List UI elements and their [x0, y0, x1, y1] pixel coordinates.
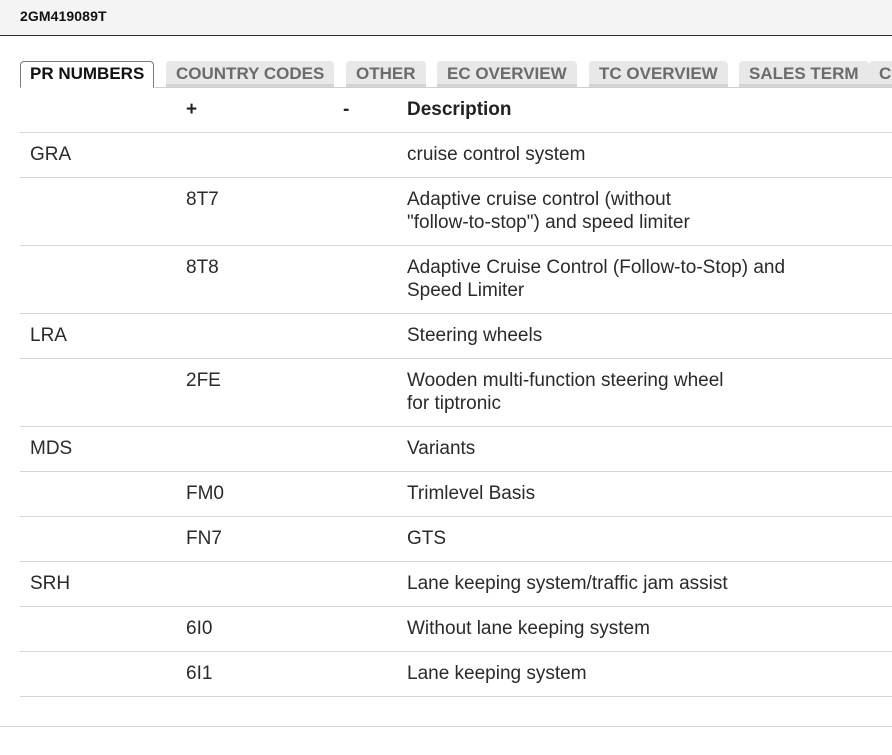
description-cell: Adaptive cruise control (without "follow… — [407, 177, 892, 246]
tab-ec-overview[interactable]: EC OVERVIEW — [437, 61, 577, 87]
plus-cell: 8T7 — [176, 177, 333, 246]
plus-cell: 2FE — [176, 358, 333, 427]
table-row: 6I0 Without lane keeping system — [20, 606, 892, 652]
tab-truncated[interactable]: C — [869, 61, 892, 87]
description-cell: Lane keeping system/traffic jam assist — [407, 561, 892, 607]
table-row: 6I1 Lane keeping system — [20, 651, 892, 697]
tab-bar: PR NUMBERS COUNTRY CODES OTHER EC OVERVI… — [20, 61, 892, 88]
minus-cell — [333, 426, 407, 472]
family-cell — [20, 516, 176, 562]
description-cell: Without lane keeping system — [407, 606, 892, 652]
tab-pr-numbers[interactable]: PR NUMBERS — [20, 61, 155, 88]
plus-cell — [176, 313, 333, 359]
family-cell — [20, 358, 176, 427]
plus-cell: 6I1 — [176, 651, 333, 697]
description-cell: Wooden multi-function steering wheel for… — [407, 358, 892, 427]
minus-cell — [333, 516, 407, 562]
table-row: MDS Variants — [20, 426, 892, 472]
pr-numbers-table: + - Description GRA cruise control syste… — [20, 88, 892, 697]
family-cell — [20, 471, 176, 517]
table-row: LRA Steering wheels — [20, 313, 892, 359]
minus-cell — [333, 177, 407, 246]
footer-divider — [0, 726, 892, 727]
family-cell — [20, 606, 176, 652]
plus-cell: 6I0 — [176, 606, 333, 652]
family-cell: LRA — [20, 313, 176, 359]
description-cell: Adaptive Cruise Control (Follow-to-Stop)… — [407, 245, 892, 314]
description-cell: cruise control system — [407, 132, 892, 178]
description-cell: Lane keeping system — [407, 651, 892, 697]
tab-tc-overview[interactable]: TC OVERVIEW — [589, 61, 728, 87]
minus-cell — [333, 651, 407, 697]
table-row: FM0 Trimlevel Basis — [20, 471, 892, 517]
plus-cell — [176, 132, 333, 178]
tab-other[interactable]: OTHER — [346, 61, 426, 87]
table-row: 8T7 Adaptive cruise control (without "fo… — [20, 177, 892, 246]
table-row: FN7 GTS — [20, 516, 892, 562]
plus-cell: 8T8 — [176, 245, 333, 314]
column-header-description: Description — [407, 88, 892, 133]
family-cell: GRA — [20, 132, 176, 178]
minus-cell — [333, 471, 407, 517]
family-cell: MDS — [20, 426, 176, 472]
header-bar: 2GM419089T — [0, 0, 892, 36]
minus-cell — [333, 132, 407, 178]
column-header-plus: + — [176, 88, 333, 133]
table-row: SRH Lane keeping system/traffic jam assi… — [20, 561, 892, 607]
table-row: 2FE Wooden multi-function steering wheel… — [20, 358, 892, 427]
plus-cell — [176, 561, 333, 607]
plus-cell — [176, 426, 333, 472]
description-cell: Trimlevel Basis — [407, 471, 892, 517]
plus-cell: FM0 — [176, 471, 333, 517]
description-cell: Variants — [407, 426, 892, 472]
family-cell: SRH — [20, 561, 176, 607]
family-cell — [20, 651, 176, 697]
minus-cell — [333, 358, 407, 427]
minus-cell — [333, 606, 407, 652]
column-header-family — [20, 88, 176, 133]
description-cell: GTS — [407, 516, 892, 562]
tab-country-codes[interactable]: COUNTRY CODES — [166, 61, 335, 87]
column-header-minus: - — [333, 88, 407, 133]
minus-cell — [333, 313, 407, 359]
table-row: 8T8 Adaptive Cruise Control (Follow-to-S… — [20, 245, 892, 314]
family-cell — [20, 245, 176, 314]
table-header-row: + - Description — [20, 88, 892, 133]
minus-cell — [333, 561, 407, 607]
plus-cell: FN7 — [176, 516, 333, 562]
minus-cell — [333, 245, 407, 314]
family-cell — [20, 177, 176, 246]
part-number-title: 2GM419089T — [20, 8, 107, 24]
table-row: GRA cruise control system — [20, 132, 892, 178]
tab-sales-term[interactable]: SALES TERM — [739, 61, 869, 87]
description-cell: Steering wheels — [407, 313, 892, 359]
